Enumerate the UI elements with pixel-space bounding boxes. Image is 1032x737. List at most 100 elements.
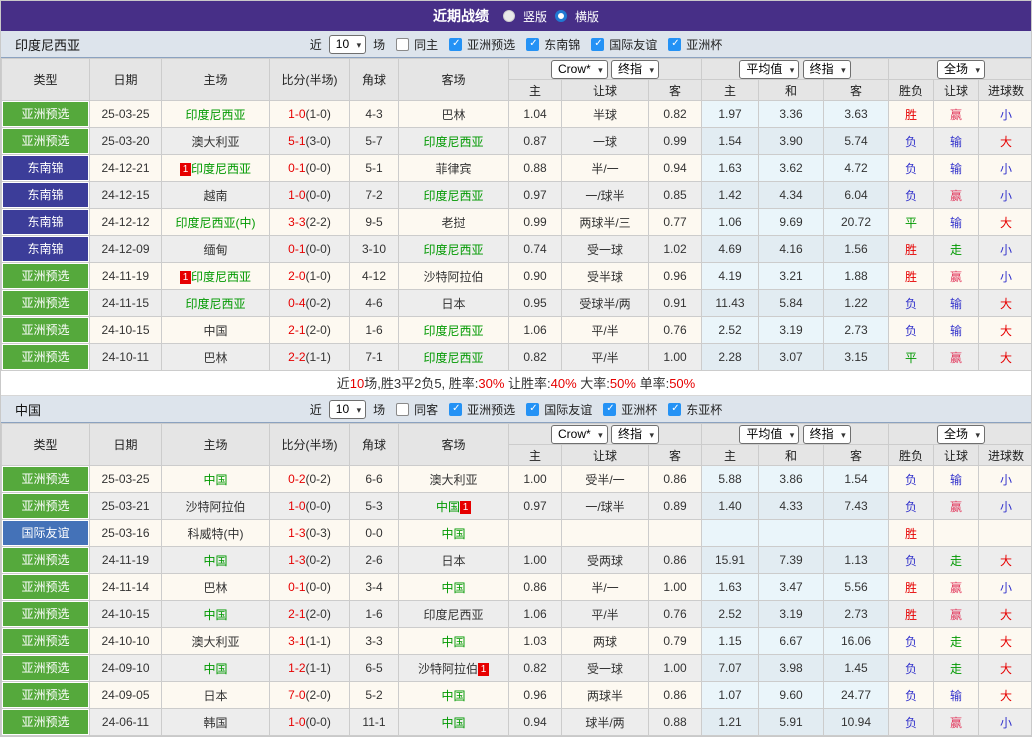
league-badge: 亚洲预选: [3, 683, 88, 707]
home-team-cell: 印度尼西亚(中): [162, 209, 270, 236]
corner-score: 11-1: [350, 709, 399, 736]
match-row: 亚洲预选25-03-25中国0-2(0-2)6-6澳大利亚1.00受半/一0.8…: [2, 466, 1032, 493]
sub-header-avg-away: 客: [824, 445, 889, 466]
fulltime-score: 2-0: [288, 269, 305, 283]
league-label[interactable]: 亚洲杯: [686, 36, 722, 53]
horizontal-layout-label[interactable]: 横版: [575, 8, 599, 25]
fulltime-score: 0-4: [288, 296, 305, 310]
bookmaker-select[interactable]: Crow*: [551, 425, 608, 444]
fulltime-score: 2-1: [288, 607, 305, 621]
match-row: 东南锦24-12-12印度尼西亚(中)3-3(2-2)9-5老挝0.99两球半/…: [2, 209, 1032, 236]
team-name: 中国: [441, 527, 465, 541]
league-label[interactable]: 东亚杯: [686, 401, 722, 418]
away-odds: 0.82: [649, 101, 702, 128]
result-goals: 大: [979, 601, 1032, 628]
avg-away-odds: 1.54: [824, 466, 889, 493]
match-row: 亚洲预选24-06-11韩国1-0(0-0)11-1中国0.94球半/两0.88…: [2, 709, 1032, 736]
match-count-select[interactable]: 10: [329, 35, 366, 54]
summary-text: 让胜率:: [504, 376, 550, 391]
handicap-line: 受半/一: [562, 466, 649, 493]
corner-score: 2-6: [350, 547, 399, 574]
league-checkbox[interactable]: [449, 38, 462, 51]
halftime-score: (0-3): [306, 526, 331, 540]
avg-draw-odds: 3.21: [759, 263, 824, 290]
league-checkbox[interactable]: [591, 38, 604, 51]
col-header-type: 类型: [2, 424, 90, 466]
same-away-checkbox[interactable]: [396, 403, 409, 416]
team-name: 印度尼西亚: [191, 270, 251, 284]
avg-draw-odds: 3.19: [759, 601, 824, 628]
match-row: 亚洲预选24-10-15中国2-1(2-0)1-6印度尼西亚1.06平/半0.7…: [2, 601, 1032, 628]
home-team-cell: 中国: [162, 466, 270, 493]
league-label[interactable]: 东南锦: [544, 36, 580, 53]
result-wdl: 负: [889, 155, 934, 182]
col-header-away: 客场: [399, 59, 509, 101]
horizontal-layout-radio[interactable]: [555, 10, 567, 22]
vertical-layout-label[interactable]: 竖版: [523, 8, 547, 25]
fullmatch-select[interactable]: 全场: [937, 60, 985, 79]
final-odds-select[interactable]: 终指: [611, 425, 659, 444]
result-goals: 小: [979, 574, 1032, 601]
fulltime-score: 0-1: [288, 161, 305, 175]
final-odds-select-2[interactable]: 终指: [803, 60, 851, 79]
average-select[interactable]: 平均值: [739, 60, 799, 79]
match-date: 24-11-15: [90, 290, 162, 317]
col-header-date: 日期: [90, 59, 162, 101]
league-type-cell: 亚洲预选: [2, 263, 90, 290]
final-odds-select[interactable]: 终指: [611, 60, 659, 79]
avg-draw-odds: 9.60: [759, 682, 824, 709]
fullmatch-group-header: 全场: [889, 59, 1032, 80]
home-team-cell: 沙特阿拉伯: [162, 493, 270, 520]
league-checkbox[interactable]: [668, 403, 681, 416]
final-odds-select-2[interactable]: 终指: [803, 425, 851, 444]
result-goals: 大: [979, 628, 1032, 655]
league-label[interactable]: 亚洲预选: [467, 36, 515, 53]
same-home-label[interactable]: 同主: [414, 36, 438, 53]
col-header-date: 日期: [90, 424, 162, 466]
col-header-type: 类型: [2, 59, 90, 101]
league-type-cell: 亚洲预选: [2, 655, 90, 682]
result-handicap: 赢: [934, 101, 979, 128]
average-select[interactable]: 平均值: [739, 425, 799, 444]
home-odds: 0.87: [509, 128, 562, 155]
league-checkbox[interactable]: [603, 403, 616, 416]
avg-home-odds: 4.19: [702, 263, 759, 290]
league-checkbox[interactable]: [668, 38, 681, 51]
fullmatch-select[interactable]: 全场: [937, 425, 985, 444]
team-name: 沙特阿拉伯: [185, 500, 245, 514]
score-cell: 0-2(0-2): [270, 466, 350, 493]
away-team-cell: 日本: [399, 547, 509, 574]
away-odds: 0.86: [649, 682, 702, 709]
result-handicap: 输: [934, 128, 979, 155]
league-checkbox[interactable]: [449, 403, 462, 416]
filter-bar-china: 中国 近 10 场 同客 亚洲预选 国际友谊 亚洲杯 东亚杯: [1, 396, 1031, 423]
league-label[interactable]: 国际友谊: [609, 36, 657, 53]
match-count-select[interactable]: 10: [329, 400, 366, 419]
vertical-layout-radio[interactable]: [503, 10, 515, 22]
fulltime-score: 2-1: [288, 323, 305, 337]
red-card-badge: 1: [460, 501, 471, 514]
sub-header-avg-home: 主: [702, 80, 759, 101]
away-team-cell: 中国1: [399, 493, 509, 520]
avg-away-odds: 1.45: [824, 655, 889, 682]
match-date: 25-03-25: [90, 466, 162, 493]
score-cell: 2-2(1-1): [270, 344, 350, 371]
league-label[interactable]: 亚洲杯: [621, 401, 657, 418]
fulltime-score: 1-0: [288, 715, 305, 729]
halftime-score: (0-0): [306, 499, 331, 513]
fulltime-score: 0-1: [288, 580, 305, 594]
bookmaker-select[interactable]: Crow*: [551, 60, 608, 79]
same-away-label[interactable]: 同客: [414, 401, 438, 418]
league-label[interactable]: 国际友谊: [544, 401, 592, 418]
away-odds: 0.77: [649, 209, 702, 236]
league-checkbox[interactable]: [526, 38, 539, 51]
result-wdl: 胜: [889, 520, 934, 547]
league-label[interactable]: 亚洲预选: [467, 401, 515, 418]
league-type-cell: 亚洲预选: [2, 101, 90, 128]
avg-home-odds: 1.40: [702, 493, 759, 520]
corner-score: 6-5: [350, 655, 399, 682]
team-name: 菲律宾: [435, 162, 471, 176]
league-checkbox[interactable]: [526, 403, 539, 416]
red-card-badge: 1: [478, 663, 489, 676]
same-home-checkbox[interactable]: [396, 38, 409, 51]
